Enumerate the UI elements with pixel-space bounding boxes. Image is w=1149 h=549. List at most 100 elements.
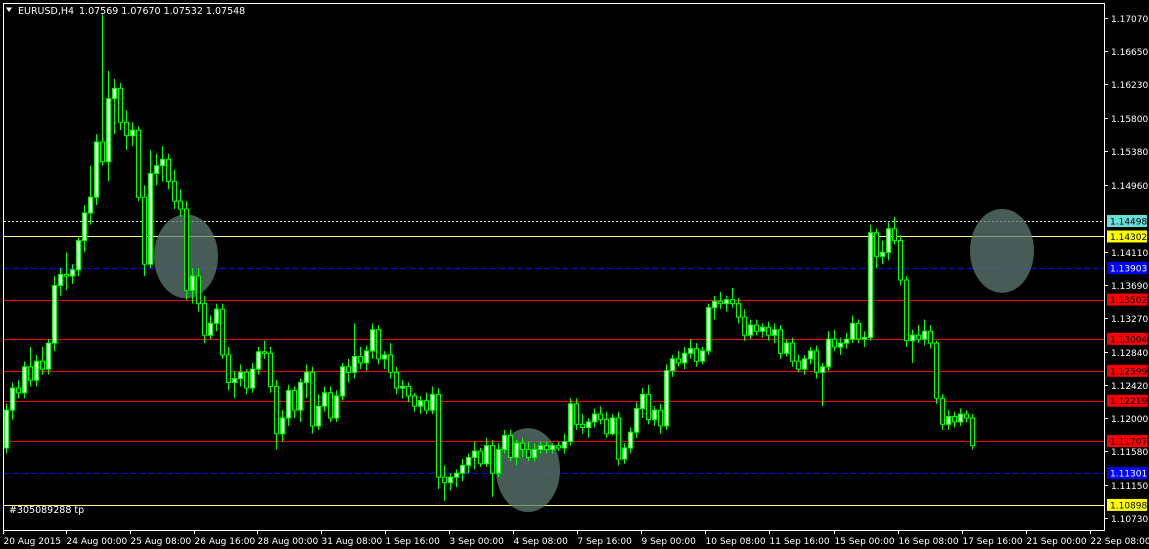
price-label-text: 1.12219 [1110,397,1147,407]
x-tick-label: 9 Sep 00:00 [642,537,697,547]
candle-body [436,393,441,478]
candle-69 [418,395,423,415]
candle-body [616,417,621,460]
candle-body [688,348,693,354]
price-chart[interactable]: 1.17070 1.16650 1.16230 1.15800 1.15380 1.149… [0,0,1149,549]
candle-126 [760,323,765,338]
candle-body [652,409,657,421]
candle-body [922,330,927,340]
candle-136 [820,362,825,407]
candle-64 [388,343,393,379]
candle-79 [478,447,483,467]
candle-body [958,413,963,423]
candle-71 [430,386,435,415]
candle-55 [334,390,339,422]
candle-body [238,371,243,380]
candle-29 [178,189,183,217]
candle-66 [400,380,405,399]
candle-131 [790,337,795,367]
candle-body [460,464,465,474]
candle-body [850,322,855,340]
candle-63 [382,350,387,370]
candle-body [580,423,585,428]
x-tick-label: 15 Sep 00:00 [835,537,895,547]
candle-body [880,251,885,257]
candle-body [220,308,225,356]
candle-body [970,417,975,447]
candle-25 [154,153,159,186]
candle-150 [904,276,909,348]
candle-154 [928,324,933,349]
candle-95 [574,398,579,430]
candle-body [724,299,729,305]
x-tick-label: 17 Sep 16:00 [963,537,1023,547]
candle-43 [262,340,267,359]
candle-body [148,173,153,265]
candle-74 [448,473,453,491]
y-tick-label: 1.16230 [1111,81,1148,91]
candle-body [514,442,519,458]
candle-94 [568,398,573,446]
candle-body [40,360,45,370]
candle-body [502,434,507,451]
order-label[interactable]: #305089288 tp [9,505,84,516]
y-tick-label: 1.13690 [1111,282,1148,292]
candle-body [598,413,603,421]
candle-137 [826,331,831,371]
candle-body [172,180,177,202]
candle-body [700,350,705,362]
candle-26 [160,145,165,182]
candle-body [226,354,231,384]
x-tick-label: 31 Aug 08:00 [322,537,383,547]
candle-body [664,370,669,427]
candle-body [634,408,639,433]
candle-body [490,445,495,474]
triangle-down-icon[interactable] [6,7,12,13]
candle-body [154,165,159,175]
candle-128 [772,323,777,344]
price-label-pivot: 1.13903 [1107,261,1147,274]
price-label-level: 1.11707 [1107,435,1147,448]
candle-body [82,212,87,242]
x-tick-label: 25 Aug 08:00 [131,537,192,547]
candle-111 [670,354,675,378]
candle-17 [106,71,111,182]
candle-61 [370,323,375,359]
candle-body [28,366,33,381]
candle-33 [202,295,207,344]
candle-140 [844,332,849,349]
candle-body [184,208,189,291]
candle-body [592,413,597,423]
candle-120 [724,295,729,312]
price-level-labels: 1.14498 1.14302 1.13903 1.13502 1.13004 1.125… [1107,215,1147,511]
candle-11 [70,264,75,284]
price-label-level: 1.13502 [1107,293,1147,306]
y-tick-label: 1.12840 [1111,349,1148,359]
candle-body [424,400,429,411]
candle-body [160,158,165,167]
candle-body [874,232,879,257]
candle-body [538,445,543,451]
candle-body [334,395,339,419]
candle-118 [712,295,717,320]
candle-body [406,385,411,397]
candle-body [712,300,717,309]
candle-body [556,445,561,449]
price-label-tp: 1.10898 [1107,498,1147,511]
candle-body [250,368,255,389]
candle-2 [16,380,21,399]
candle-body [268,352,273,387]
candle-body [934,342,939,399]
candle-body [484,445,489,465]
candle-57 [346,358,351,383]
candle-53 [322,386,327,412]
candle-45 [274,380,279,450]
y-tick-label: 1.14110 [1111,249,1148,259]
candle-body [286,389,291,419]
candle-body [190,275,195,291]
candle-67 [406,382,411,403]
candle-24 [148,149,153,269]
candle-41 [250,362,255,393]
candle-6 [40,347,45,375]
candle-body [736,303,741,318]
